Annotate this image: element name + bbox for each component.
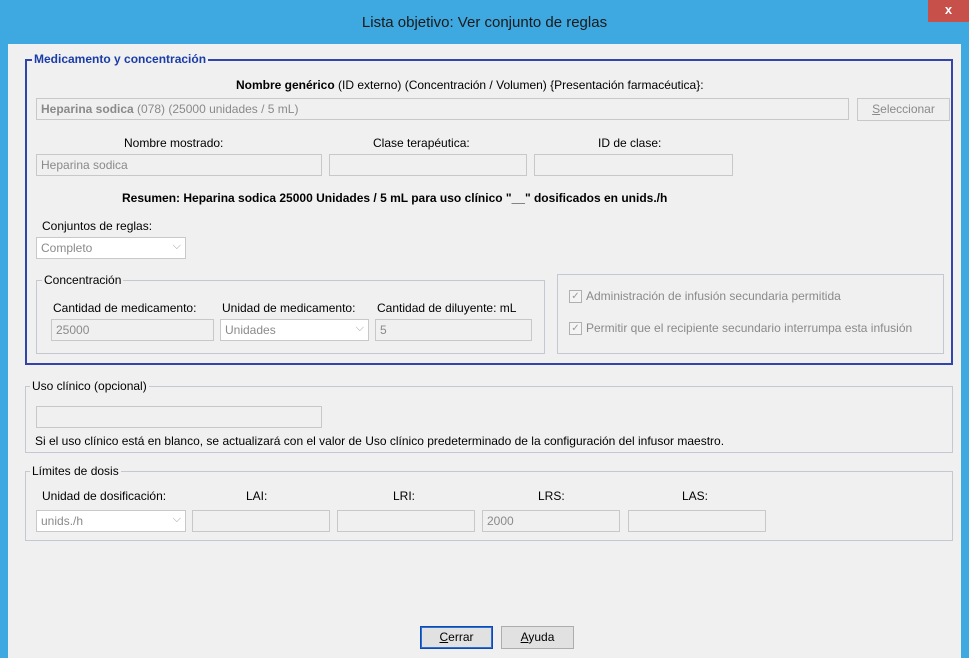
generic-name-value-rest: (078) (25000 unidades / 5 mL) bbox=[133, 102, 299, 116]
drug-unit-value: Unidades bbox=[225, 323, 276, 337]
help-button[interactable]: Ayuda bbox=[501, 626, 574, 649]
secondary-interrupt-label: Permitir que el recipiente secundario in… bbox=[586, 321, 913, 335]
select-button-label: eleccionar bbox=[880, 102, 935, 116]
secondary-infusion-group bbox=[557, 274, 944, 354]
las-label: LAS: bbox=[682, 489, 709, 503]
close-button-label: errar bbox=[448, 630, 474, 644]
generic-name-value-bold: Heparina sodica bbox=[41, 102, 134, 116]
close-button[interactable]: Cerrar bbox=[420, 626, 493, 649]
diluent-amount-field[interactable]: 5 bbox=[375, 319, 532, 341]
dosing-unit-dropdown[interactable]: unids./h ⌵ bbox=[36, 510, 186, 532]
drug-amount-field[interactable]: 25000 bbox=[51, 319, 214, 341]
generic-name-header-rest: (ID externo) (Concentración / Volumen) {… bbox=[334, 78, 704, 92]
class-id-label: ID de clase: bbox=[598, 136, 662, 150]
lai-field[interactable] bbox=[192, 510, 330, 532]
generic-name-header-bold: Nombre genérico bbox=[236, 78, 335, 92]
checkmark-icon: ✓ bbox=[569, 290, 582, 304]
therapeutic-class-field[interactable] bbox=[329, 154, 527, 176]
concentration-group bbox=[36, 280, 545, 354]
display-name-label: Nombre mostrado: bbox=[124, 136, 224, 150]
rule-sets-dropdown[interactable]: Completo ⌵ bbox=[36, 237, 186, 259]
generic-name-field[interactable]: Heparina sodica (078) (25000 unidades / … bbox=[36, 98, 849, 120]
rule-sets-label: Conjuntos de reglas: bbox=[42, 219, 153, 233]
secondary-infusion-allowed-label: Administración de infusión secundaria pe… bbox=[586, 289, 841, 303]
dosing-unit-value: unids./h bbox=[41, 514, 84, 528]
title-bar[interactable]: Lista objetivo: Ver conjunto de reglas x bbox=[0, 0, 969, 44]
dialog-window: Lista objetivo: Ver conjunto de reglas x… bbox=[0, 0, 969, 658]
medication-concentration-legend: Medicamento y concentración bbox=[32, 52, 209, 66]
close-window-button[interactable]: x bbox=[928, 0, 969, 22]
lai-label: LAI: bbox=[246, 489, 268, 503]
class-id-field[interactable] bbox=[534, 154, 733, 176]
lri-field[interactable] bbox=[337, 510, 475, 532]
clinical-use-note: Si el uso clínico está en blanco, se act… bbox=[35, 434, 725, 448]
concentration-legend: Concentración bbox=[42, 273, 124, 287]
help-button-label: yuda bbox=[528, 630, 555, 644]
checkmark-icon: ✓ bbox=[569, 322, 582, 336]
close-button-mnemonic: C bbox=[439, 630, 449, 644]
summary-text: Resumen: Heparina sodica 25000 Unidades … bbox=[122, 191, 668, 205]
secondary-interrupt-checkbox[interactable]: ✓ Permitir que el recipiente secundario i… bbox=[569, 321, 913, 336]
drug-unit-dropdown[interactable]: Unidades ⌵ bbox=[220, 319, 369, 341]
lri-label: LRI: bbox=[393, 489, 416, 503]
select-button-mnemonic: S bbox=[872, 102, 881, 116]
lrs-field[interactable]: 2000 bbox=[482, 510, 620, 532]
generic-name-header: Nombre genérico (ID externo) (Concentrac… bbox=[236, 78, 704, 92]
window-title: Lista objetivo: Ver conjunto de reglas bbox=[361, 14, 608, 31]
rule-sets-value: Completo bbox=[41, 241, 93, 255]
secondary-infusion-allowed-checkbox[interactable]: ✓ Administración de infusión secundaria p… bbox=[569, 289, 841, 304]
clinical-use-field[interactable] bbox=[36, 406, 322, 428]
display-name-field[interactable]: Heparina sodica bbox=[36, 154, 322, 176]
dosing-unit-label: Unidad de dosificación: bbox=[42, 489, 167, 503]
dialog-client-area: Medicamento y concentración Nombre genér… bbox=[8, 44, 961, 658]
select-button[interactable]: Seleccionar bbox=[857, 98, 950, 121]
chevron-down-icon: ⌵ bbox=[172, 513, 181, 525]
chevron-down-icon: ⌵ bbox=[172, 240, 181, 252]
chevron-down-icon: ⌵ bbox=[355, 322, 364, 334]
clinical-use-legend: Uso clínico (opcional) bbox=[30, 379, 149, 393]
dose-limits-legend: Límites de dosis bbox=[30, 464, 121, 478]
las-field[interactable] bbox=[628, 510, 766, 532]
diluent-amount-label: Cantidad de diluyente: mL bbox=[377, 301, 517, 315]
therapeutic-class-label: Clase terapéutica: bbox=[373, 136, 470, 150]
lrs-label: LRS: bbox=[538, 489, 565, 503]
drug-unit-label: Unidad de medicamento: bbox=[222, 301, 356, 315]
drug-amount-label: Cantidad de medicamento: bbox=[53, 301, 197, 315]
